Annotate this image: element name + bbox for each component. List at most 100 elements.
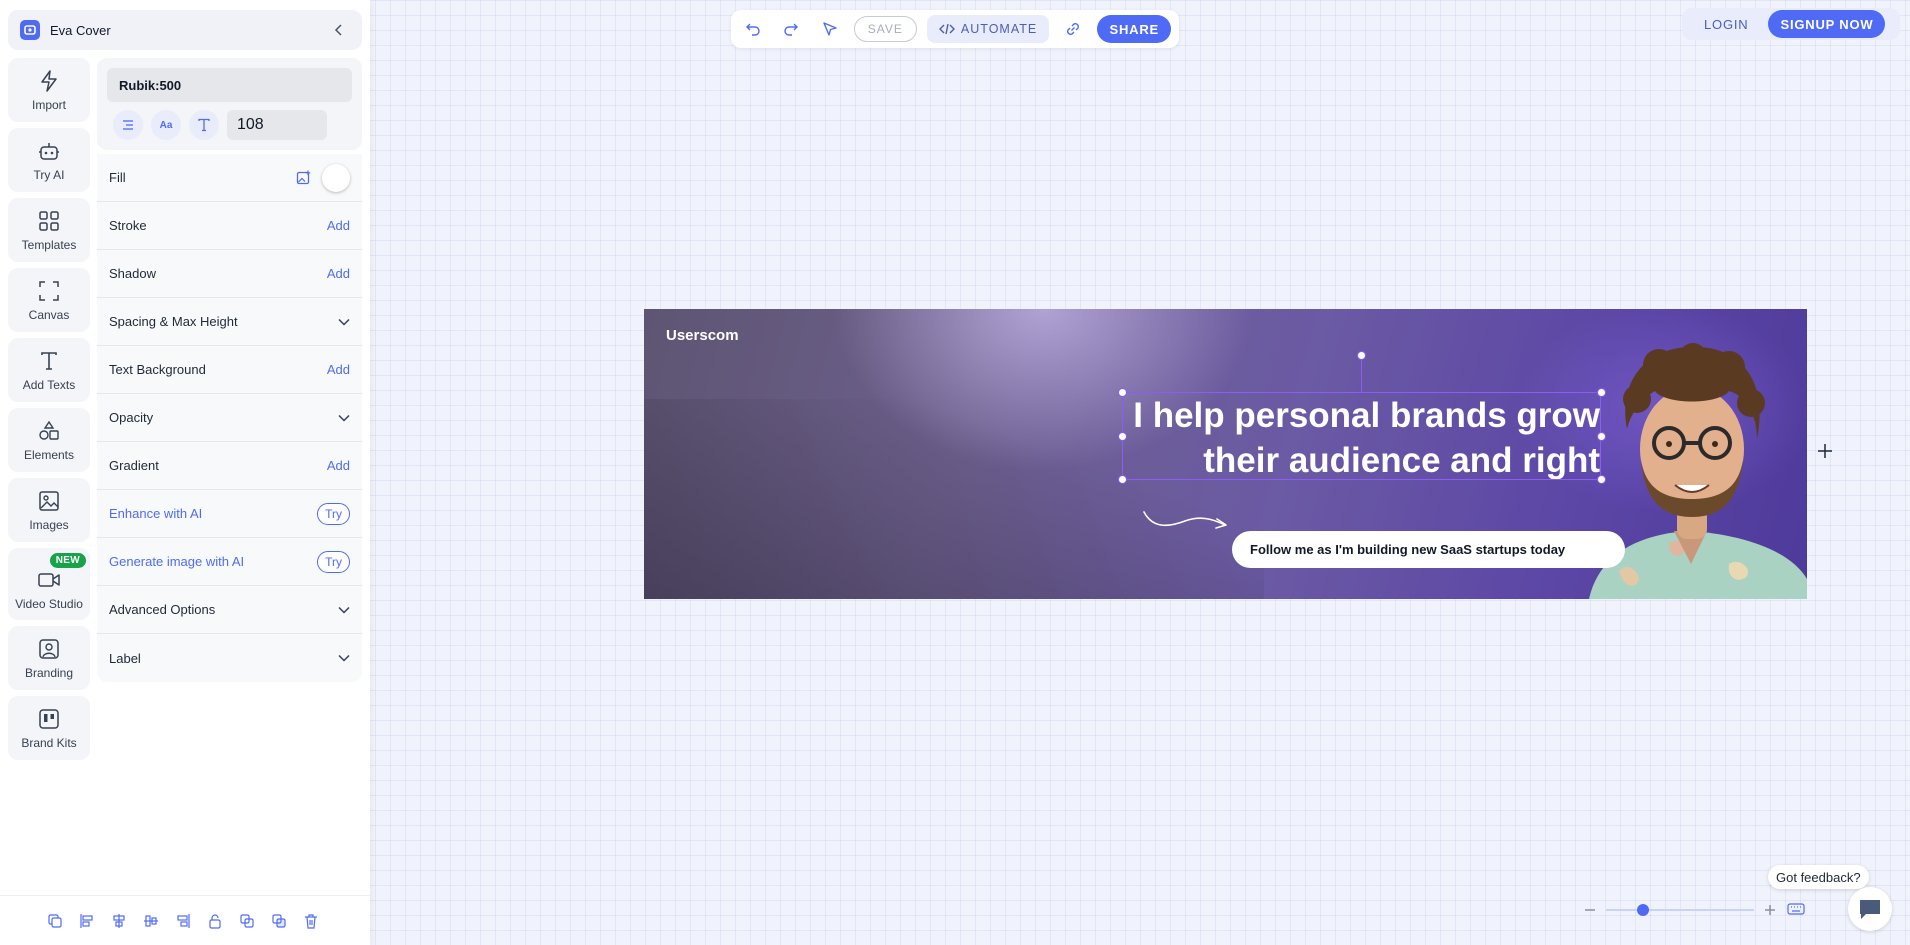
signup-button[interactable]: SIGNUP NOW [1768, 10, 1886, 38]
link-button[interactable] [1059, 14, 1087, 44]
font-size-input[interactable] [227, 110, 327, 140]
cta-pill[interactable]: Follow me as I'm building new SaaS start… [1232, 531, 1625, 568]
tool-add-texts[interactable]: Add Texts [8, 338, 90, 402]
resize-handle-tl[interactable] [1118, 388, 1127, 397]
generate-image-try-button[interactable]: Try [317, 550, 350, 573]
tool-label: Images [29, 518, 69, 532]
keyboard-shortcuts-button[interactable] [1785, 900, 1807, 918]
tool-canvas[interactable]: Canvas [8, 268, 90, 332]
add-shadow-button[interactable]: Add [327, 266, 350, 281]
tool-video-studio[interactable]: NEW Video Studio [8, 548, 90, 620]
tool-try-ai[interactable]: Try AI [8, 128, 90, 192]
selection-box[interactable] [1122, 392, 1601, 480]
zoom-out-button[interactable] [1580, 900, 1600, 920]
font-family-select[interactable]: Rubik:500 [107, 68, 352, 102]
align-center-icon[interactable] [110, 912, 128, 930]
align-middle-icon[interactable] [142, 912, 160, 930]
add-stroke-button[interactable]: Add [327, 218, 350, 233]
bottom-toolbar [0, 895, 370, 945]
plus-icon [1818, 444, 1832, 458]
opacity-row[interactable]: Opacity [97, 394, 362, 442]
redo-icon [784, 23, 799, 36]
document-name[interactable]: Eva Cover [50, 23, 328, 38]
feedback-bubble[interactable]: Got feedback? [1768, 865, 1869, 889]
align-right-icon[interactable] [174, 912, 192, 930]
tool-label: Brand Kits [21, 736, 77, 750]
automate-button[interactable]: AUTOMATE [926, 15, 1050, 43]
redo-button[interactable] [777, 14, 805, 44]
enhance-ai-try-button[interactable]: Try [317, 502, 350, 525]
tool-label: Try AI [33, 168, 65, 182]
chevron-down-icon [338, 606, 350, 614]
auth-box: LOGIN SIGNUP NOW [1682, 8, 1900, 40]
code-icon [938, 23, 955, 35]
text-background-label: Text Background [109, 362, 206, 377]
label-row[interactable]: Label [97, 634, 362, 682]
tool-label: Canvas [28, 308, 70, 322]
zoom-slider[interactable] [1606, 904, 1754, 916]
pointer-icon [822, 22, 837, 36]
stroke-label: Stroke [109, 218, 147, 233]
spacing-label: Spacing & Max Height [109, 314, 238, 329]
delete-icon[interactable] [302, 912, 320, 930]
font-settings: Rubik:500 Aa [97, 58, 362, 150]
fill-toggle[interactable] [322, 163, 350, 192]
resize-handle-mr[interactable] [1597, 432, 1606, 441]
text-style-button[interactable] [189, 110, 219, 140]
spacing-row[interactable]: Spacing & Max Height [97, 298, 362, 346]
undo-button[interactable] [739, 14, 767, 44]
image-fill-icon[interactable] [296, 170, 312, 186]
keyboard-icon [1787, 903, 1805, 915]
resize-handle-bl[interactable] [1118, 475, 1127, 484]
align-left-icon[interactable] [78, 912, 96, 930]
brand-kit-icon [38, 706, 60, 732]
send-backward-icon[interactable] [270, 912, 288, 930]
add-gradient-button[interactable]: Add [327, 458, 350, 473]
tool-import[interactable]: Import [8, 58, 90, 122]
login-button[interactable]: LOGIN [1704, 17, 1748, 32]
collapse-panel-button[interactable] [328, 19, 350, 41]
add-text-background-button[interactable]: Add [327, 362, 350, 377]
chevron-down-icon [338, 414, 350, 422]
zoom-slider-thumb[interactable] [1637, 904, 1649, 916]
generate-image-label: Generate image with AI [109, 554, 245, 569]
minus-icon [1585, 909, 1595, 911]
share-button[interactable]: SHARE [1097, 15, 1171, 43]
tool-branding[interactable]: Branding [8, 626, 90, 690]
advanced-options-row[interactable]: Advanced Options [97, 586, 362, 634]
tool-templates[interactable]: Templates [8, 198, 90, 262]
align-button[interactable] [113, 110, 143, 140]
duplicate-icon[interactable] [46, 912, 64, 930]
fill-row: Fill [97, 154, 362, 202]
label-label: Label [109, 650, 141, 666]
resize-handle-ml[interactable] [1118, 432, 1127, 441]
select-tool-button[interactable] [816, 14, 844, 44]
add-page-button[interactable] [1815, 441, 1835, 461]
text-icon [38, 348, 60, 374]
brand-text[interactable]: Userscom [666, 327, 739, 344]
chevron-down-icon [338, 318, 350, 326]
lock-icon[interactable] [206, 912, 224, 930]
stroke-row: Stroke Add [97, 202, 362, 250]
chat-button[interactable] [1848, 887, 1892, 931]
rotate-handle[interactable] [1357, 351, 1366, 360]
save-button[interactable]: SAVE [853, 16, 917, 42]
text-case-button[interactable]: Aa [151, 110, 181, 140]
text-background-row: Text Background Add [97, 346, 362, 394]
resize-handle-tr[interactable] [1597, 388, 1606, 397]
opacity-label: Opacity [109, 410, 154, 425]
tool-elements[interactable]: Elements [8, 408, 90, 472]
generate-image-row: Generate image with AI Try [97, 538, 362, 586]
bring-forward-icon[interactable] [238, 912, 256, 930]
text-case-icon: Aa [159, 119, 173, 131]
fill-controls [296, 163, 350, 192]
design-canvas[interactable]: Userscom I help personal brands grow the… [644, 309, 1807, 599]
tool-images[interactable]: Images [8, 478, 90, 542]
resize-handle-br[interactable] [1597, 475, 1606, 484]
zoom-in-button[interactable] [1760, 900, 1780, 920]
arrow-doodle-icon[interactable] [1141, 507, 1231, 537]
tool-brand-kits[interactable]: Brand Kits [8, 696, 90, 760]
robot-icon [37, 138, 61, 164]
app-logo-icon [20, 20, 40, 40]
tool-label: Video Studio [15, 597, 83, 611]
